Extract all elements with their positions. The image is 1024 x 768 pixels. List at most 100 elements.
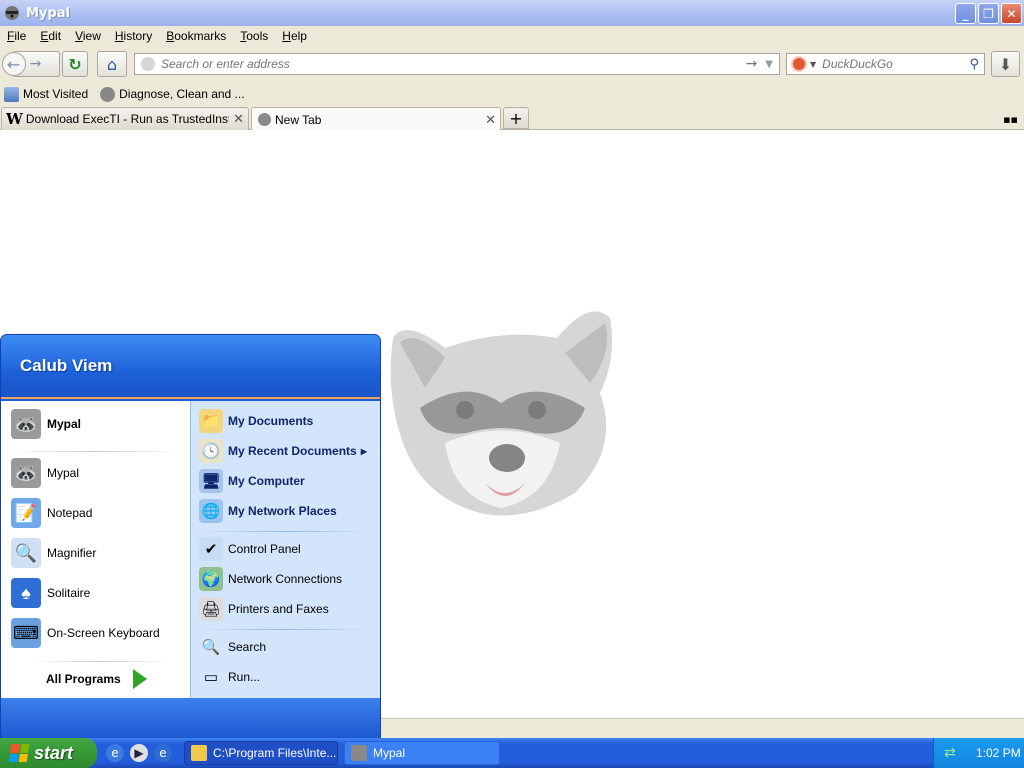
menu-file[interactable]: File [0,29,33,43]
separator [11,451,181,452]
place-network-connections[interactable]: 🌍 Network Connections [199,567,342,591]
program-on-screen-keyboard[interactable]: ⌨ On-Screen Keyboard [11,618,160,648]
program-label: Notepad [47,506,93,520]
menu-bar: File Edit View History Bookmarks Tools H… [0,26,1024,46]
program-label: Mypal [47,466,80,480]
program-mypal[interactable]: 🦝 Mypal [11,458,79,488]
place-my-documents[interactable]: 📁 My Documents [199,409,375,433]
program-label: Mypal [47,417,82,431]
menu-tools[interactable]: Tools [233,29,275,43]
control-panel-icon: ✔ [199,537,223,561]
forward-arrow-icon[interactable]: → [30,56,42,72]
program-label: On-Screen Keyboard [47,626,160,640]
menu-history[interactable]: History [108,29,159,43]
close-button[interactable]: ✕ [1001,3,1022,24]
minimize-button[interactable]: _ [955,3,976,24]
computer-icon: 🖥 [199,469,223,493]
bookmark-most-visited[interactable]: Most Visited [4,86,89,102]
submenu-arrow-icon: ▶ [360,446,367,456]
search-icon: 🔍 [199,635,223,659]
search-bar: ▼ ⚲ [786,53,985,75]
task-label: Mypal [373,746,406,760]
network-icon: 🌐 [199,499,223,523]
back-arrow-icon[interactable]: ← [1,52,26,76]
reload-icon[interactable]: ↻ [62,51,88,77]
start-button[interactable]: start [0,738,97,768]
tab-label: Download ExecTI - Run as TrustedInstalle… [25,112,229,126]
place-search[interactable]: 🔍 Search [199,635,266,659]
internet-explorer-icon[interactable]: e [106,744,124,762]
new-tab-button[interactable]: + [503,107,529,129]
tab-label: New Tab [275,112,322,127]
folder-icon [4,86,19,102]
start-menu-programs: 🦝 Mypal 🦝 Mypal 📝 Notepad 🔍 Magnifier ♠ … [1,401,190,698]
notepad-icon: 📝 [11,498,41,528]
tab-strip: W Download ExecTI - Run as TrustedInstal… [0,105,1024,131]
raccoon-icon: 🦝 [11,409,41,439]
clock[interactable]: 1:02 PM [976,746,1021,760]
all-programs-label: All Programs [46,672,121,686]
task-label: C:\Program Files\Inte... [213,746,337,760]
place-my-computer[interactable]: 🖥 My Computer [199,469,375,493]
separator [201,531,371,532]
menu-help[interactable]: Help [275,29,314,43]
window-title: Mypal [26,5,70,21]
go-arrow-icon[interactable]: → [746,56,758,72]
start-menu-places: 📁 My Documents 🕓 My Recent Documents ▶ 🖥… [190,401,380,698]
browser-icon[interactable]: e [154,744,172,762]
folder-icon: 📁 [199,409,223,433]
tab-download-execti[interactable]: W Download ExecTI - Run as TrustedInstal… [1,107,249,130]
bookmark-label: Diagnose, Clean and ... [119,87,245,101]
user-name: Calub Viem [20,356,113,375]
program-notepad[interactable]: 📝 Notepad [11,498,92,528]
bookmark-diagnose[interactable]: Diagnose, Clean and ... [100,86,245,102]
menu-edit[interactable]: Edit [33,29,68,43]
start-menu-header: Calub Viem [1,335,380,399]
program-label: Solitaire [47,586,91,600]
separator [201,629,371,630]
raccoon-logo [390,311,613,516]
task-mypal[interactable]: Mypal [344,741,500,765]
printer-icon: 🖨 [199,597,223,621]
place-run[interactable]: ▭ Run... [199,665,260,689]
system-tray: ⇄ 1:02 PM [933,738,1024,768]
search-input[interactable] [822,57,970,71]
close-tab-icon[interactable]: ✕ [233,111,244,127]
dropdown-icon[interactable]: ▼ [765,59,773,70]
navigation-toolbar: ← → ↻ ⌂ → ▼ ▼ ⚲ ⬇ [0,46,1024,83]
restore-button[interactable]: ❐ [978,3,999,24]
bookmark-label: Most Visited [23,87,89,101]
network-tray-icon[interactable]: ⇄ [944,745,960,761]
place-control-panel[interactable]: ✔ Control Panel [199,537,301,561]
program-magnifier[interactable]: 🔍 Magnifier [11,538,96,568]
close-tab-icon[interactable]: ✕ [485,112,496,128]
wikipedia-icon: W [6,110,23,128]
arrow-right-icon [132,669,147,689]
place-label: Search [228,640,267,654]
task-program-files-folder[interactable]: C:\Program Files\Inte... [184,741,338,765]
all-programs-button[interactable]: All Programs [46,669,147,689]
home-icon[interactable]: ⌂ [97,51,127,77]
menu-bookmarks[interactable]: Bookmarks [159,29,233,43]
place-label: My Recent Documents [228,444,357,458]
address-input[interactable] [161,57,746,71]
program-solitaire[interactable]: ♠ Solitaire [11,578,90,608]
place-label: My Computer [228,474,305,488]
download-icon[interactable]: ⬇ [991,51,1020,77]
separator [31,661,171,662]
search-icon[interactable]: ⚲ [969,57,979,72]
chevron-down-icon[interactable]: ▼ [810,60,816,69]
place-printers-and-faxes[interactable]: 🖨 Printers and Faxes [199,597,329,621]
media-player-icon[interactable]: ▶ [130,744,148,762]
url-bar: → ▼ [134,53,780,75]
place-label: My Documents [228,414,314,428]
place-my-network-places[interactable]: 🌐 My Network Places [199,499,375,523]
bookmarks-toolbar: Most Visited Diagnose, Clean and ... [0,83,1024,105]
place-my-recent-documents[interactable]: 🕓 My Recent Documents ▶ [199,439,375,463]
tab-grid-icon[interactable]: ▪▪ [1003,113,1018,126]
pinned-mypal[interactable]: 🦝 Mypal [11,409,81,439]
duckduckgo-icon[interactable] [791,56,807,72]
menu-view[interactable]: View [68,29,108,43]
back-forward-group: ← → [1,51,60,77]
tab-new-tab[interactable]: New Tab ✕ [251,107,501,131]
